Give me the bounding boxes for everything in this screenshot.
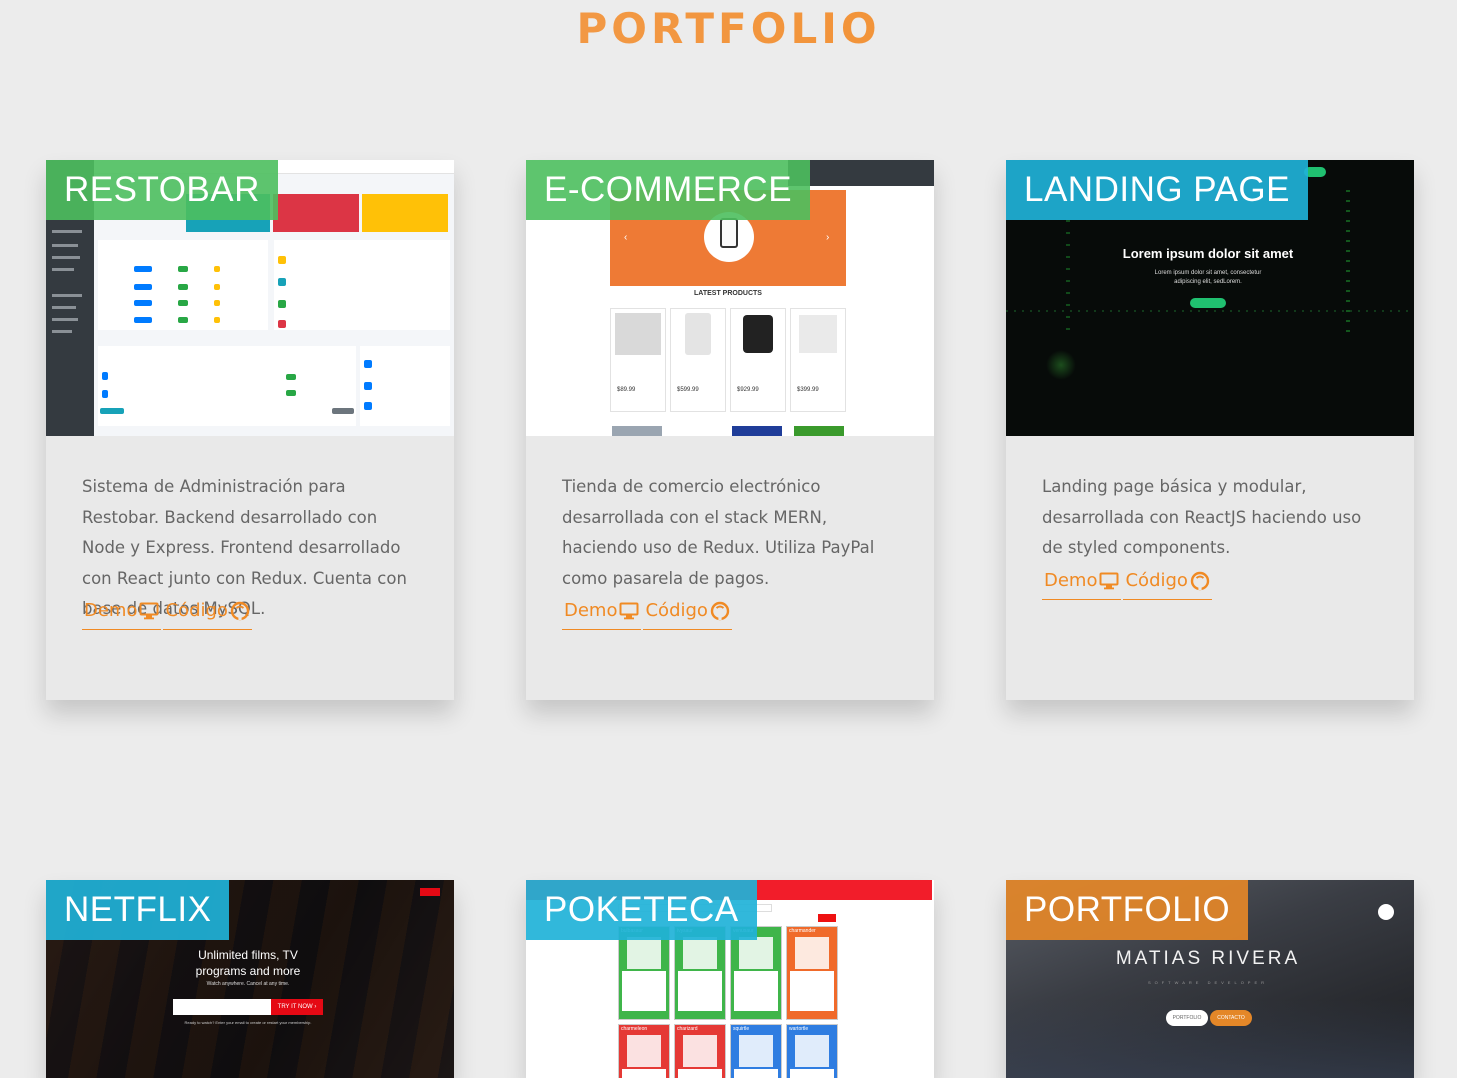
section-title: PORTFOLIO: [0, 4, 1457, 53]
product-price: $399.99: [797, 387, 819, 393]
project-links: Demo Código: [82, 600, 252, 630]
project-card-netflix: Unlimited films, TV programs and more Wa…: [46, 880, 454, 1078]
code-label: Código: [1125, 570, 1188, 591]
project-screenshot[interactable]: ‹ › LATEST PRODUCTS $89.99 $599.99 $929.…: [526, 160, 934, 436]
netflix-headline-2: programs and more: [195, 964, 301, 978]
project-card-restobar: RESTOBAR Sistema de Administración para …: [46, 160, 454, 700]
code-link[interactable]: Código: [1123, 570, 1212, 600]
netflix-footnote: Ready to watch? Enter your email to crea…: [184, 1020, 312, 1025]
project-tag: LANDING PAGE: [1006, 160, 1308, 220]
project-links: Demo Código: [1042, 570, 1212, 600]
pokemon-name: squirtle: [733, 1026, 750, 1032]
latest-products-heading: LATEST PRODUCTS: [694, 290, 762, 297]
pokemon-name: charizard: [677, 1026, 698, 1032]
project-screenshot[interactable]: bulbasaurivysaurvenusaur charmander charme…: [526, 880, 934, 1078]
netflix-sub: Watch anywhere. Cancel at any time.: [206, 981, 290, 987]
project-tag: RESTOBAR: [46, 160, 278, 220]
demo-link[interactable]: Demo: [1042, 570, 1122, 600]
pokemon-card[interactable]: squirtle: [730, 1024, 782, 1078]
project-screenshot[interactable]: MATIAS RIVERA SOFTWARE DEVELOPER PORTFOL…: [1006, 880, 1414, 1078]
project-card-landing-page: Lorem ipsum dolor sit amet Lorem ipsum d…: [1006, 160, 1414, 700]
github-icon: [1190, 571, 1210, 590]
code-link[interactable]: Código: [643, 600, 732, 630]
project-tag: POKETECA: [526, 880, 757, 940]
desktop-icon: [1099, 572, 1119, 589]
pokemon-name: charmander: [789, 928, 816, 934]
project-links: Demo Código: [562, 600, 732, 630]
pokemon-card[interactable]: charizard: [674, 1024, 726, 1078]
demo-label: Demo: [1044, 570, 1098, 591]
pokemon-card[interactable]: bulbasaur: [618, 926, 670, 1020]
landing-sub-2: adipiscing elit, sedLorem.: [1174, 279, 1242, 285]
portfolio-name: MATIAS RIVERA: [1115, 948, 1301, 969]
demo-label: Demo: [564, 600, 618, 621]
pokemon-card[interactable]: ivysaur: [674, 926, 726, 1020]
project-card-ecommerce: ‹ › LATEST PRODUCTS $89.99 $599.99 $929.…: [526, 160, 934, 700]
desktop-icon: [619, 602, 639, 619]
github-icon: [230, 601, 250, 620]
desktop-icon: [139, 602, 159, 619]
project-screenshot[interactable]: Lorem ipsum dolor sit amet Lorem ipsum d…: [1006, 160, 1414, 436]
project-description: Tienda de comercio electrónico desarroll…: [562, 477, 875, 588]
contacto-button: CONTACTO: [1210, 1010, 1252, 1026]
pokemon-card[interactable]: charmeleon: [618, 1024, 670, 1078]
pokemon-card[interactable]: wartortle: [786, 1024, 838, 1078]
project-tag: PORTFOLIO: [1006, 880, 1249, 940]
landing-headline: Lorem ipsum dolor sit amet: [1122, 246, 1294, 261]
project-tag: NETFLIX: [46, 880, 230, 940]
project-card-poketeca: bulbasaurivysaurvenusaur charmander charme…: [526, 880, 934, 1078]
code-label: Código: [645, 600, 708, 621]
project-tag: E-COMMERCE: [526, 160, 811, 220]
netflix-headline-1: Unlimited films, TV: [198, 948, 298, 962]
code-label: Código: [165, 600, 228, 621]
pokemon-name: wartortle: [789, 1026, 809, 1032]
project-screenshot[interactable]: RESTOBAR: [46, 160, 454, 436]
landing-sub-1: Lorem ipsum dolor sit amet, consectetur: [1154, 270, 1262, 276]
menu-icon[interactable]: [1378, 904, 1394, 920]
product-price: $929.99: [737, 387, 759, 393]
project-description: Landing page básica y modular, desarroll…: [1042, 477, 1362, 557]
project-screenshot[interactable]: Unlimited films, TV programs and more Wa…: [46, 880, 454, 1078]
demo-label: Demo: [84, 600, 138, 621]
demo-link[interactable]: Demo: [82, 600, 162, 630]
code-link[interactable]: Código: [163, 600, 252, 630]
product-price: $599.99: [677, 387, 699, 393]
pokemon-card[interactable]: venusaur: [730, 926, 782, 1020]
portfolio-role: SOFTWARE DEVELOPER: [1147, 980, 1269, 985]
netflix-cta: TRY IT NOW ›: [271, 999, 323, 1015]
pokemon-card[interactable]: charmander: [786, 926, 838, 1020]
github-icon: [710, 601, 730, 620]
product-price: $89.99: [617, 387, 636, 393]
project-card-portfolio: MATIAS RIVERA SOFTWARE DEVELOPER PORTFOL…: [1006, 880, 1414, 1078]
pokemon-name: charmeleon: [621, 1026, 648, 1032]
portfolio-button: PORTFOLIO: [1166, 1010, 1208, 1026]
demo-link[interactable]: Demo: [562, 600, 642, 630]
